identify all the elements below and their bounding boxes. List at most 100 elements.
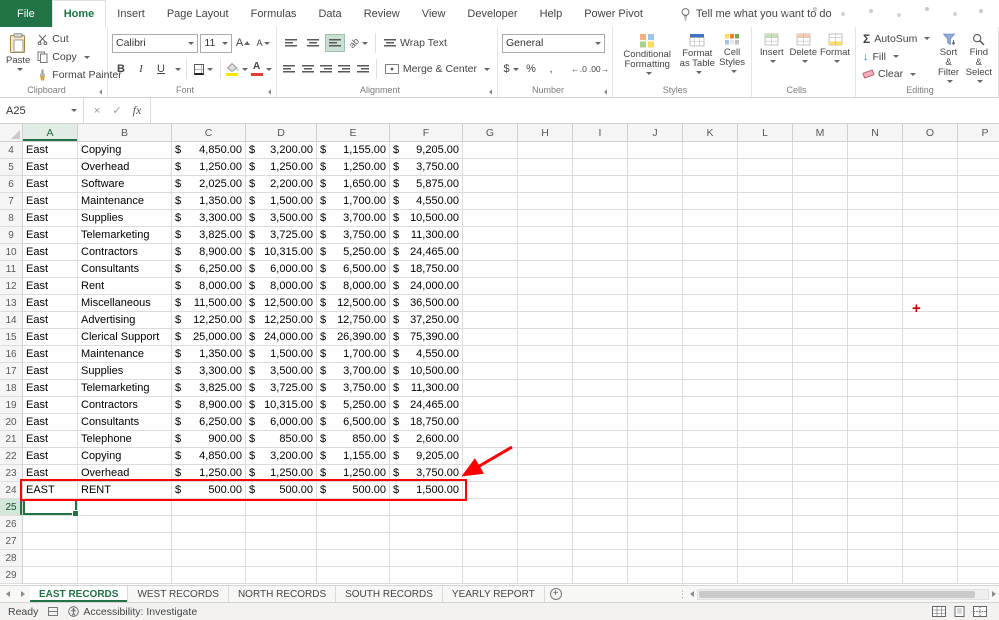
cell-G20[interactable] (463, 414, 518, 431)
accounting-format-button[interactable]: $ (502, 60, 520, 78)
cell-B22[interactable]: Copying (78, 448, 172, 465)
cell-N17[interactable] (848, 363, 903, 380)
cell-P21[interactable] (958, 431, 999, 448)
cell-N22[interactable] (848, 448, 903, 465)
row-header-7[interactable]: 7 (0, 193, 23, 210)
cell-B29[interactable] (78, 567, 172, 584)
cell-N18[interactable] (848, 380, 903, 397)
cell-J14[interactable] (628, 312, 683, 329)
cell-P13[interactable] (958, 295, 999, 312)
cell-B16[interactable]: Maintenance (78, 346, 172, 363)
cell-A9[interactable]: East (23, 227, 78, 244)
cell-M25[interactable] (793, 499, 848, 516)
cell-D12[interactable]: $8,000.00 (246, 278, 317, 295)
cell-N26[interactable] (848, 516, 903, 533)
cell-K25[interactable] (683, 499, 738, 516)
tab-insert[interactable]: Insert (106, 0, 156, 27)
cell-P17[interactable] (958, 363, 999, 380)
cell-E29[interactable] (317, 567, 390, 584)
clear-button[interactable]: Clear (860, 65, 933, 83)
name-box[interactable]: A25 (0, 98, 84, 123)
cell-M27[interactable] (793, 533, 848, 550)
cell-J8[interactable] (628, 210, 683, 227)
cell-D9[interactable]: $3,725.00 (246, 227, 317, 244)
cell-A16[interactable]: East (23, 346, 78, 363)
cell-G18[interactable] (463, 380, 518, 397)
fill-button[interactable]: ↓ Fill (860, 48, 933, 66)
cell-H24[interactable] (518, 482, 573, 499)
cell-B12[interactable]: Rent (78, 278, 172, 295)
cell-J6[interactable] (628, 176, 683, 193)
cell-A20[interactable]: East (23, 414, 78, 431)
cell-A26[interactable] (23, 516, 78, 533)
cell-C4[interactable]: $4,850.00 (172, 142, 246, 159)
row-header-13[interactable]: 13 (0, 295, 23, 312)
cell-J13[interactable] (628, 295, 683, 312)
cell-G13[interactable] (463, 295, 518, 312)
cell-J5[interactable] (628, 159, 683, 176)
cell-G25[interactable] (463, 499, 518, 516)
cell-O11[interactable] (903, 261, 958, 278)
cell-N24[interactable] (848, 482, 903, 499)
add-sheet-button[interactable]: + (545, 586, 567, 602)
cell-A8[interactable]: East (23, 210, 78, 227)
cell-H15[interactable] (518, 329, 573, 346)
cell-A19[interactable]: East (23, 397, 78, 414)
cell-H4[interactable] (518, 142, 573, 159)
cell-A5[interactable]: East (23, 159, 78, 176)
cell-E21[interactable]: $850.00 (317, 431, 390, 448)
cell-E9[interactable]: $3,750.00 (317, 227, 390, 244)
row-header-16[interactable]: 16 (0, 346, 23, 363)
cell-N4[interactable] (848, 142, 903, 159)
horizontal-scrollbar-thumb[interactable] (699, 590, 976, 598)
cell-L18[interactable] (738, 380, 793, 397)
cell-J16[interactable] (628, 346, 683, 363)
cell-E12[interactable]: $8,000.00 (317, 278, 390, 295)
font-color-button[interactable]: A (250, 60, 272, 78)
cell-L11[interactable] (738, 261, 793, 278)
cell-L25[interactable] (738, 499, 793, 516)
format-cells-button[interactable]: Format (819, 30, 851, 84)
cell-J23[interactable] (628, 465, 683, 482)
cell-G12[interactable] (463, 278, 518, 295)
row-header-12[interactable]: 12 (0, 278, 23, 295)
cell-C18[interactable]: $3,825.00 (172, 380, 246, 397)
cell-H29[interactable] (518, 567, 573, 584)
cell-C11[interactable]: $6,250.00 (172, 261, 246, 278)
cell-D4[interactable]: $3,200.00 (246, 142, 317, 159)
cell-P25[interactable] (958, 499, 999, 516)
cell-P6[interactable] (958, 176, 999, 193)
cell-L12[interactable] (738, 278, 793, 295)
cell-P28[interactable] (958, 550, 999, 567)
cell-M19[interactable] (793, 397, 848, 414)
cell-N13[interactable] (848, 295, 903, 312)
cell-D11[interactable]: $6,000.00 (246, 261, 317, 278)
wrap-text-button[interactable]: Wrap Text (381, 34, 450, 52)
cell-C14[interactable]: $12,250.00 (172, 312, 246, 329)
cell-E17[interactable]: $3,700.00 (317, 363, 390, 380)
cell-G14[interactable] (463, 312, 518, 329)
cell-I9[interactable] (573, 227, 628, 244)
cell-O9[interactable] (903, 227, 958, 244)
cell-H25[interactable] (518, 499, 573, 516)
cell-L8[interactable] (738, 210, 793, 227)
cell-A22[interactable]: East (23, 448, 78, 465)
row-header-17[interactable]: 17 (0, 363, 23, 380)
cell-B14[interactable]: Advertising (78, 312, 172, 329)
cell-I5[interactable] (573, 159, 628, 176)
cell-K21[interactable] (683, 431, 738, 448)
cell-J20[interactable] (628, 414, 683, 431)
cell-G28[interactable] (463, 550, 518, 567)
cell-I6[interactable] (573, 176, 628, 193)
cell-D6[interactable]: $2,200.00 (246, 176, 317, 193)
cell-C19[interactable]: $8,900.00 (172, 397, 246, 414)
cell-K6[interactable] (683, 176, 738, 193)
cell-E13[interactable]: $12,500.00 (317, 295, 390, 312)
cell-B10[interactable]: Contractors (78, 244, 172, 261)
cell-C22[interactable]: $4,850.00 (172, 448, 246, 465)
cell-K11[interactable] (683, 261, 738, 278)
tab-file[interactable]: File (0, 0, 52, 27)
cell-H28[interactable] (518, 550, 573, 567)
cell-B27[interactable] (78, 533, 172, 550)
row-header-10[interactable]: 10 (0, 244, 23, 261)
